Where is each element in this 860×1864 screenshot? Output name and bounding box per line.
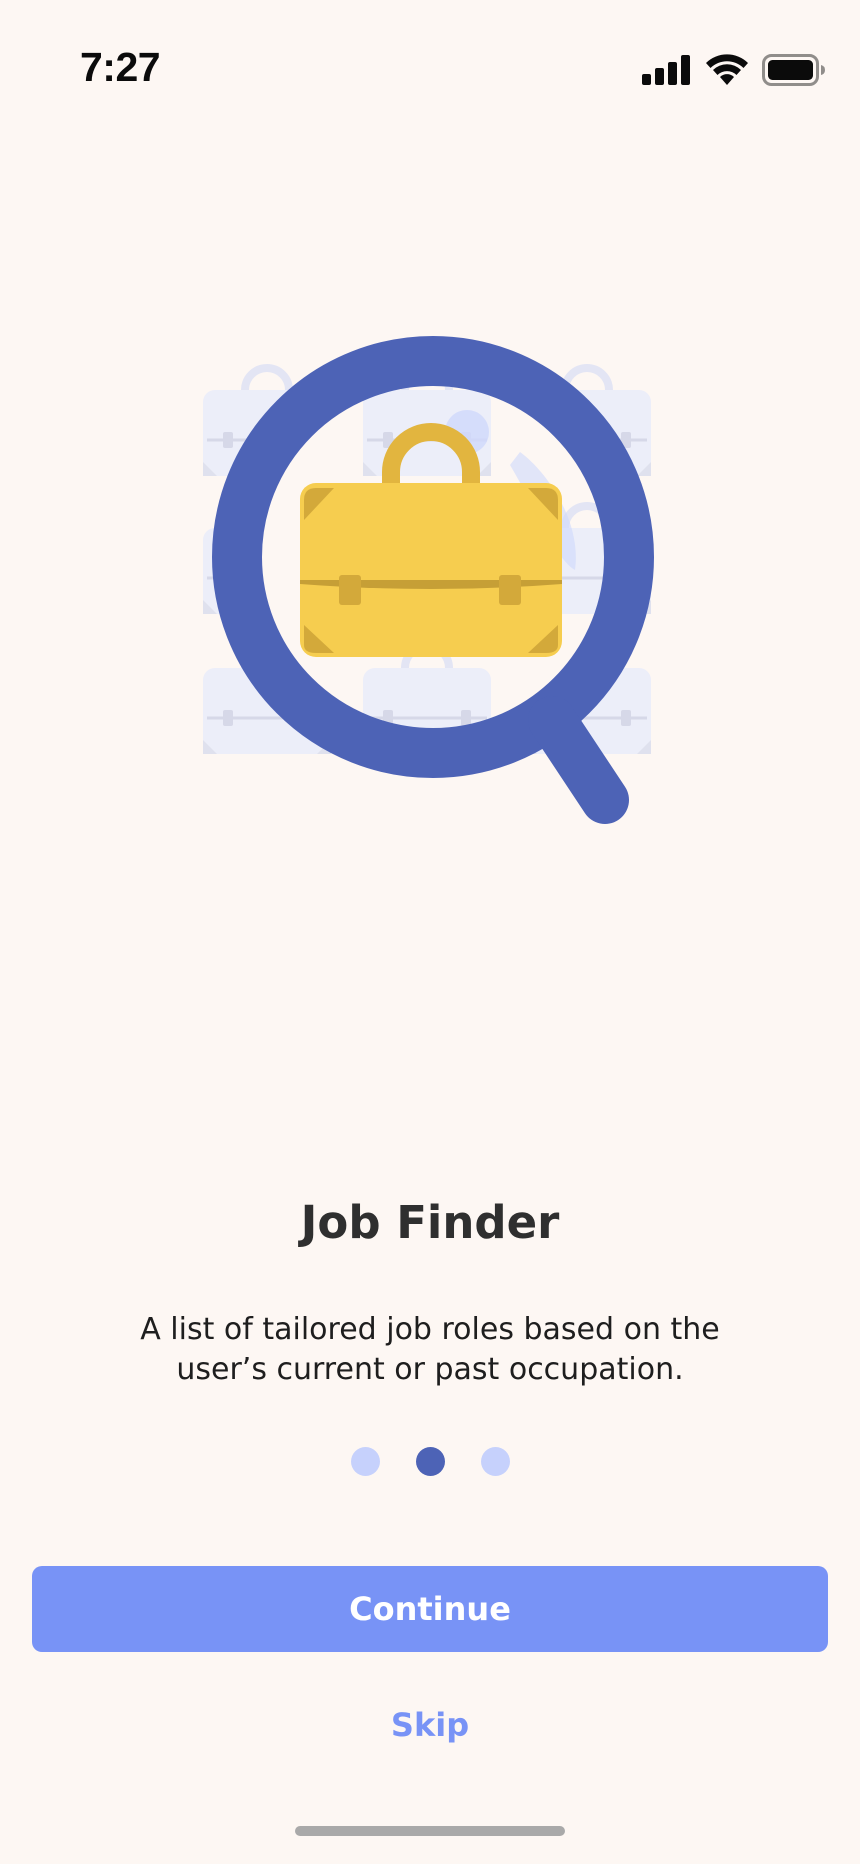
signal-icon	[642, 55, 690, 85]
skip-link[interactable]: Skip	[0, 1706, 860, 1744]
page-dot-3[interactable]	[480, 1447, 510, 1476]
page-dot-2[interactable]	[415, 1447, 445, 1476]
wifi-icon	[706, 54, 748, 85]
continue-button[interactable]: Continue	[32, 1566, 828, 1652]
magnifier-briefcase-icon	[190, 336, 670, 824]
page-dot-1[interactable]	[350, 1447, 380, 1476]
page-indicator	[0, 1447, 860, 1477]
job-finder-illustration	[190, 330, 670, 840]
home-indicator[interactable]	[295, 1826, 565, 1836]
battery-icon	[762, 54, 825, 86]
page-title: Job Finder	[300, 1196, 560, 1249]
status-time: 7:27	[80, 44, 161, 90]
page-description: A list of tailored job roles based on th…	[140, 1312, 720, 1387]
status-bar: 7:27	[0, 0, 860, 140]
status-icons	[642, 52, 826, 88]
